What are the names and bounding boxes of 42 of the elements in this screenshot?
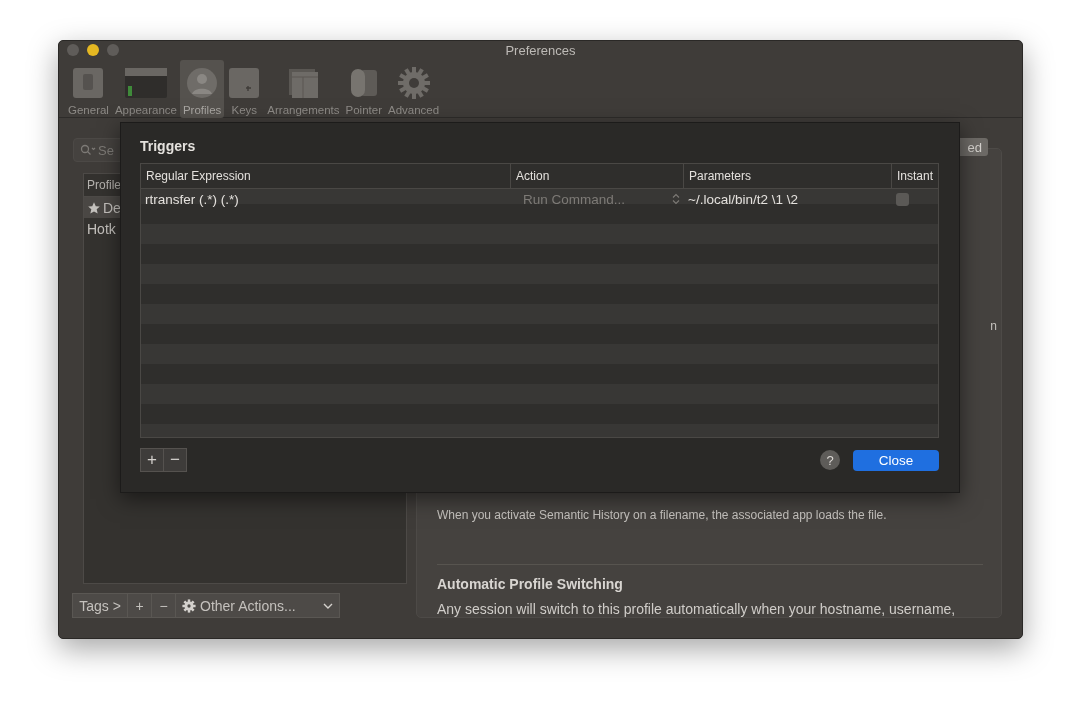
section-title: Automatic Profile Switching — [437, 576, 624, 592]
gear-icon — [182, 598, 196, 613]
add-profile-button[interactable]: + — [127, 593, 152, 618]
parameters-cell-text: ~/.local/bin/t2 \1 \2 — [687, 191, 799, 207]
remove-trigger-button[interactable]: − — [163, 448, 187, 472]
search-icon — [80, 144, 96, 156]
column-header[interactable]: Action — [511, 164, 684, 188]
toolbar-tab[interactable]: Appearance — [111, 60, 180, 118]
switch-icon — [71, 66, 106, 100]
help-button[interactable]: ? — [820, 450, 840, 470]
minimize-window-button[interactable] — [87, 44, 99, 56]
zoom-window-button[interactable] — [107, 44, 119, 56]
column-header[interactable]: Regular Expression — [141, 164, 511, 188]
windows-stack-icon — [286, 66, 321, 100]
terminal-window-icon — [123, 66, 168, 100]
column-header[interactable]: Instant — [892, 164, 938, 188]
add-trigger-button[interactable]: + — [140, 448, 164, 472]
toolbar-tab[interactable]: Advanced — [385, 60, 443, 118]
column-header[interactable]: Parameters — [684, 164, 892, 188]
command-key-icon — [227, 66, 262, 100]
person-icon — [185, 66, 220, 100]
window-title: Preferences — [505, 42, 576, 58]
toolbar-tab[interactable]: Keys — [224, 60, 265, 118]
action-popup[interactable]: Run Command... — [511, 189, 684, 209]
sheet-title: Triggers — [140, 138, 197, 154]
star-icon — [87, 200, 101, 215]
toolbar-tab[interactable]: Pointer — [342, 60, 385, 118]
close-window-button[interactable] — [67, 44, 79, 56]
chevron-down-icon — [323, 601, 333, 610]
cut-off-text: n — [990, 319, 997, 333]
section-description: Any session will switch to this profile automatically when your hostname, username, — [437, 601, 957, 617]
other-actions-button[interactable]: Other Actions... — [175, 593, 340, 618]
semantic-history-note: When you activate Semantic History on a filename, the associated app loads the file. — [437, 508, 888, 522]
remove-profile-button[interactable]: − — [151, 593, 176, 618]
up-down-arrows-icon — [672, 193, 680, 205]
toolbar-tab[interactable]: Profiles — [179, 60, 225, 118]
instant-checkbox[interactable] — [896, 192, 909, 206]
toolbar-tab[interactable]: General — [65, 60, 112, 118]
close-button[interactable]: Close — [853, 449, 939, 471]
toolbar-tab[interactable]: Arrangements — [264, 60, 343, 118]
tags-button[interactable]: Tags > — [72, 593, 128, 618]
gear-icon — [396, 66, 431, 100]
